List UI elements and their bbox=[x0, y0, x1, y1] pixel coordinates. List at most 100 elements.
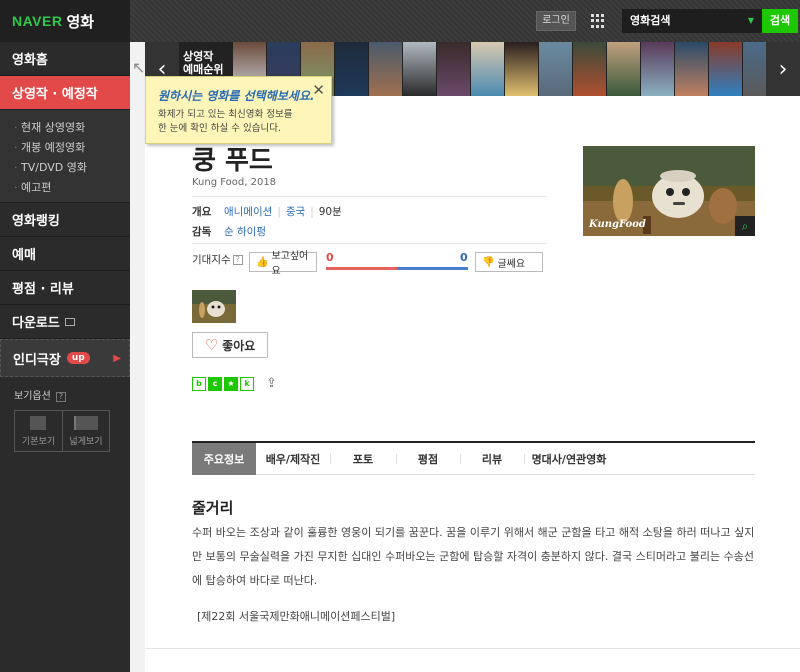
bookmark-star-icon[interactable]: ★ bbox=[224, 376, 238, 391]
naver-keep-share-icon[interactable]: k bbox=[240, 376, 254, 391]
subnav-trailers[interactable]: 예고편 bbox=[14, 178, 130, 198]
app-grid-icon[interactable] bbox=[591, 14, 605, 28]
tooltip-title: 원하시는 영화를 선택해보세요. bbox=[158, 89, 315, 103]
help-icon[interactable]: ? bbox=[232, 254, 243, 265]
poster-thumbnail[interactable] bbox=[641, 42, 674, 96]
overview-label: 개요 bbox=[192, 206, 212, 218]
chevron-right-icon: › bbox=[778, 56, 788, 82]
view-default-label: 기본보기 bbox=[21, 436, 56, 447]
divider bbox=[145, 648, 800, 649]
share-icon[interactable]: ⇪ bbox=[266, 376, 277, 391]
divider bbox=[192, 196, 547, 197]
nope-score: 0 bbox=[460, 251, 468, 264]
poster-thumbnail[interactable] bbox=[369, 42, 402, 96]
poster-thumbnail[interactable] bbox=[573, 42, 606, 96]
nav-download-label: 다운로드 bbox=[12, 316, 60, 331]
poster-thumbnail[interactable] bbox=[471, 42, 504, 96]
photo-thumbnail[interactable] bbox=[192, 290, 236, 323]
tab-5[interactable]: 명대사/연관영화 bbox=[524, 443, 614, 475]
subnav-upcoming[interactable]: 개봉 예정영화 bbox=[14, 138, 130, 158]
nav-movie-home[interactable]: 영화홈 bbox=[0, 42, 130, 76]
nav-now-upcoming[interactable]: 상영작 · 예정작 bbox=[0, 76, 130, 110]
tab-2[interactable]: 포토 bbox=[330, 443, 396, 475]
naver-movie-logo[interactable]: NAVER 영화 bbox=[0, 0, 130, 42]
poster-thumbnail[interactable] bbox=[437, 42, 470, 96]
naver-blog-share-icon[interactable]: b bbox=[192, 376, 206, 391]
tab-4[interactable]: 리뷰 bbox=[460, 443, 524, 475]
wide-view-icon bbox=[73, 415, 98, 430]
view-options-label: 보기옵션 bbox=[14, 391, 51, 402]
poster-thumbnail[interactable] bbox=[403, 42, 436, 96]
poster-thumbnail[interactable] bbox=[607, 42, 640, 96]
heart-icon: ♡ bbox=[204, 336, 219, 354]
overview-row: 개요 애니메이션 | 중국 | 90분 bbox=[192, 204, 342, 219]
tab-1[interactable]: 배우/제작진 bbox=[256, 443, 330, 475]
want-to-see-button[interactable]: 👍 보고싶어요 bbox=[249, 251, 317, 277]
movie-poster[interactable]: KungFood ⌕ bbox=[583, 146, 755, 236]
nav-ratings-reviews[interactable]: 평점 · 리뷰 bbox=[0, 271, 130, 305]
not-sure-button[interactable]: 👎 글쎄요 bbox=[475, 252, 543, 272]
festival-info: [제22회 서울국제만화애니메이션페스티벌] bbox=[197, 610, 396, 623]
logo-movie: 영화 bbox=[66, 12, 95, 31]
share-row: b c ★ k ⇪ bbox=[192, 376, 277, 391]
thumbs-down-icon: 👎 bbox=[482, 256, 495, 268]
nav-indie-theater[interactable]: 인디극장 up ▶ bbox=[0, 339, 130, 377]
tooltip-pointer-icon: ↖ bbox=[132, 58, 146, 77]
carousel-label-line2: 예매순위 bbox=[183, 63, 224, 76]
expectation-index: 기대지수 ? bbox=[192, 252, 243, 267]
sidebar: NAVER 영화 영화홈 상영작 · 예정작 현재 상영영화 개봉 예정영화 T… bbox=[0, 0, 130, 672]
up-badge: up bbox=[66, 352, 90, 364]
poster-thumbnail[interactable] bbox=[709, 42, 742, 96]
country-link[interactable]: 중국 bbox=[286, 204, 305, 219]
carousel-label: 상영작 예매순위 bbox=[183, 50, 223, 76]
nav-movie-ranking[interactable]: 영화랭킹 bbox=[0, 203, 130, 237]
subnav-now-showing[interactable]: 현재 상영영화 bbox=[14, 118, 130, 138]
story-body: 수퍼 바오는 조상과 같이 훌륭한 영웅이 되기를 꿈꾼다. 꿈을 이루기 위해… bbox=[192, 526, 755, 587]
external-window-icon bbox=[64, 317, 75, 326]
like-button[interactable]: ♡ 좋아요 bbox=[192, 332, 268, 358]
view-default-button[interactable]: 기본보기 bbox=[15, 411, 62, 451]
director-link[interactable]: 순 하이펑 bbox=[224, 224, 266, 239]
close-icon[interactable]: ✕ bbox=[312, 81, 325, 99]
poster-brand: KungFood bbox=[589, 219, 646, 230]
zoom-icon[interactable]: ⌕ bbox=[735, 216, 755, 236]
search-button[interactable]: 검색 bbox=[762, 9, 798, 33]
view-options: 보기옵션 ? 기본보기 넓게보기 bbox=[0, 377, 130, 462]
director-row: 감독 순 하이펑 bbox=[192, 224, 266, 239]
movie-tabs: 주요정보 배우/제작진 포토 평점 리뷰 명대사/연관영화 bbox=[192, 441, 755, 475]
expectation-label: 기대지수 bbox=[192, 254, 231, 266]
poster-thumbnail[interactable] bbox=[539, 42, 572, 96]
tooltip-body: 화제가 되고 있는 최신영화 정보를 한 눈에 확인 하실 수 있습니다. bbox=[158, 108, 321, 136]
guide-tooltip: 원하시는 영화를 선택해보세요. 화제가 되고 있는 최신영화 정보를 한 눈에… bbox=[145, 76, 332, 144]
poster-thumbnail[interactable] bbox=[505, 42, 538, 96]
movie-subtitle: Kung Food, 2018 bbox=[192, 177, 277, 188]
poster-thumbnail[interactable] bbox=[675, 42, 708, 96]
nav-booking[interactable]: 예매 bbox=[0, 237, 130, 271]
director-label: 감독 bbox=[192, 226, 212, 238]
indie-label: 인디극장 bbox=[13, 352, 61, 368]
not-sure-label: 글쎄요 bbox=[497, 258, 526, 270]
play-arrow-icon: ▶ bbox=[113, 352, 121, 364]
help-icon[interactable]: ? bbox=[56, 392, 66, 402]
subnav: 현재 상영영화 개봉 예정영화 TV/DVD 영화 예고편 bbox=[0, 110, 130, 203]
search-scope-select[interactable]: 영화검색 ▼ bbox=[622, 9, 762, 33]
subnav-tv-dvd[interactable]: TV/DVD 영화 bbox=[14, 158, 130, 178]
carousel-label-line1: 상영작 bbox=[183, 50, 214, 63]
carousel-next-button[interactable]: › bbox=[766, 42, 800, 96]
want-to-see-label: 보고싶어요 bbox=[271, 251, 309, 277]
want-score: 0 bbox=[326, 251, 334, 264]
want-bar bbox=[326, 267, 397, 270]
view-wide-button[interactable]: 넓게보기 bbox=[61, 411, 109, 451]
view-wide-label: 넓게보기 bbox=[69, 436, 103, 447]
story-heading: 줄거리 bbox=[192, 499, 234, 517]
login-button[interactable]: 로그인 bbox=[536, 11, 576, 31]
naver-cafe-share-icon[interactable]: c bbox=[208, 376, 222, 391]
thumbs-up-icon: 👍 bbox=[256, 256, 269, 268]
poster-thumbnail[interactable] bbox=[335, 42, 368, 96]
nope-bar bbox=[397, 267, 468, 270]
tab-0[interactable]: 주요정보 bbox=[192, 443, 256, 475]
like-label: 좋아요 bbox=[222, 338, 256, 353]
tab-3[interactable]: 평점 bbox=[396, 443, 460, 475]
genre-link[interactable]: 애니메이션 bbox=[224, 204, 272, 219]
nav-download[interactable]: 다운로드 bbox=[0, 305, 130, 339]
